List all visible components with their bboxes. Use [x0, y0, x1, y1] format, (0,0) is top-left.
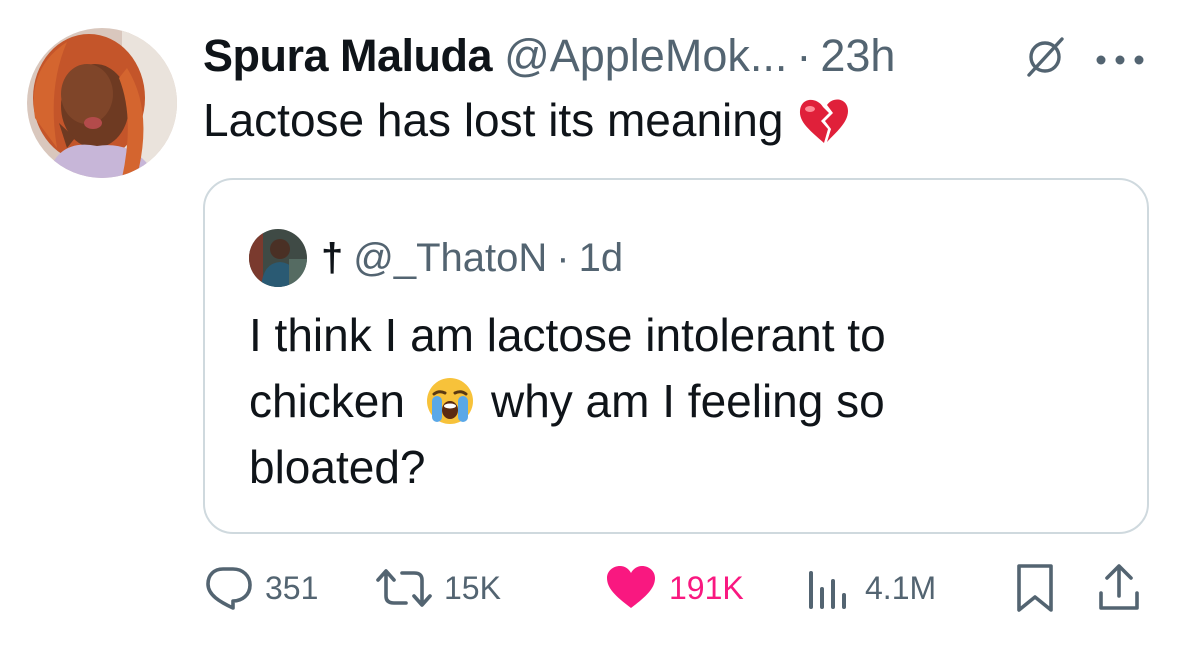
user-avatar-man-icon — [249, 229, 307, 287]
quoted-handle[interactable]: @_ThatoN — [353, 236, 547, 281]
like-button[interactable]: 191K — [605, 560, 744, 616]
quoted-name[interactable]: † — [321, 236, 343, 281]
tweet-header: Spura Maluda @AppleMok... · 23h — [203, 28, 895, 84]
reply-count: 351 — [265, 569, 319, 606]
views-count: 4.1M — [865, 569, 937, 606]
separator-dot: · — [556, 235, 570, 280]
bookmark-button[interactable] — [1015, 560, 1055, 616]
loudly-crying-face-emoji-icon — [426, 378, 473, 424]
separator-dot: · — [796, 30, 812, 81]
quoted-text-part: why am I feeling so — [490, 375, 885, 427]
more-dots-icon[interactable] — [1095, 54, 1145, 66]
share-icon — [1099, 564, 1139, 610]
reply-icon — [206, 567, 252, 610]
quoted-time[interactable]: 1d — [579, 236, 624, 281]
tweet-time[interactable]: 23h — [820, 30, 895, 82]
broken-heart-emoji-icon — [800, 99, 849, 143]
quoted-text: I think I am lactose intolerant to chick… — [249, 302, 886, 500]
tweet-text: Lactose has lost its meaning — [203, 92, 851, 148]
repost-count: 15K — [444, 569, 501, 606]
repost-icon — [376, 569, 432, 607]
quoted-text-line: I think I am lactose intolerant to — [249, 309, 886, 361]
quoted-avatar[interactable] — [249, 229, 307, 287]
tweet-text-content: Lactose has lost its meaning — [203, 94, 784, 146]
action-bar: 351 15K 191K 4.1M — [203, 560, 1149, 616]
author-handle[interactable]: @AppleMok... — [504, 30, 787, 82]
heart-icon — [607, 566, 655, 608]
share-button[interactable] — [1097, 560, 1141, 616]
user-avatar-woman-icon — [27, 28, 177, 178]
repost-button[interactable]: 15K — [376, 560, 501, 616]
null-slash-circle-icon — [1027, 37, 1064, 77]
views-button[interactable]: 4.1M — [807, 560, 936, 616]
bookmark-icon — [1017, 564, 1053, 612]
quoted-text-line: chicken why am I feeling so — [249, 368, 886, 434]
like-count: 191K — [669, 569, 744, 606]
quoted-tweet[interactable]: † @_ThatoN · 1d I think I am lactose int… — [203, 178, 1149, 534]
quoted-text-line: bloated? — [249, 441, 426, 493]
views-icon — [809, 571, 846, 609]
reply-button[interactable]: 351 — [203, 560, 318, 616]
author-name[interactable]: Spura Maluda — [203, 30, 493, 82]
quoted-text-part: chicken — [249, 375, 405, 427]
author-avatar[interactable] — [27, 28, 177, 178]
quoted-header: † @_ThatoN · 1d — [321, 230, 623, 286]
